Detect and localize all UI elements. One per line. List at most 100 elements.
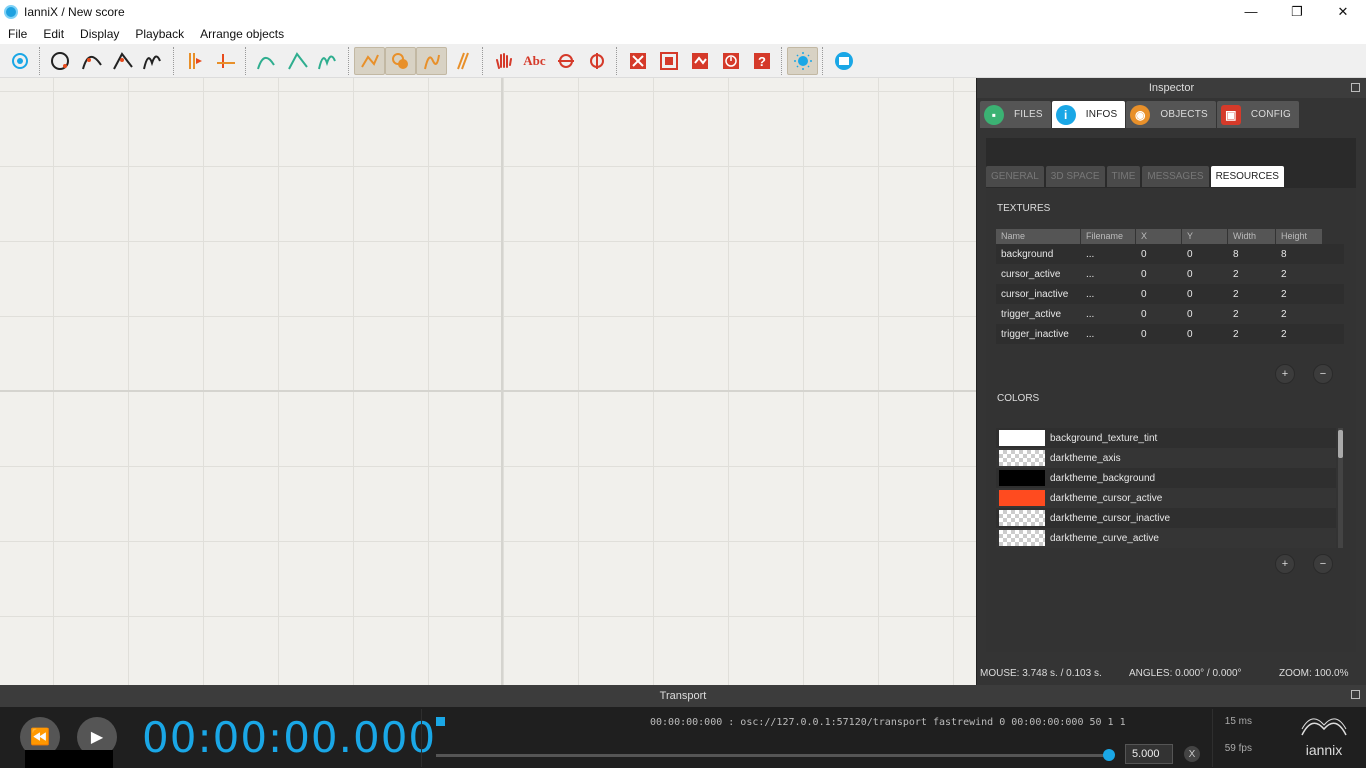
- add-equation-timeline-icon[interactable]: [313, 47, 344, 75]
- speed-slider-handle[interactable]: [1103, 749, 1115, 761]
- add-point-icon[interactable]: [4, 47, 35, 75]
- resources-panel: TEXTURES Name Filename X Y Width Height …: [986, 188, 1356, 652]
- menu-file[interactable]: File: [0, 27, 35, 41]
- color-swatch: [999, 450, 1045, 466]
- undock-icon[interactable]: [1351, 690, 1360, 699]
- cell-name: cursor_inactive: [1001, 288, 1069, 300]
- cell-y: 0: [1187, 328, 1193, 340]
- col-y[interactable]: Y: [1182, 229, 1228, 244]
- subtab-3d-space[interactable]: 3D SPACE: [1045, 166, 1105, 187]
- color-name: background_texture_tint: [1050, 432, 1158, 444]
- minimize-button[interactable]: —: [1228, 0, 1274, 23]
- help-icon[interactable]: ?: [746, 47, 777, 75]
- transport-panel: Transport ⏪ ▶ 00:00:00.000 00:00:00:000 …: [0, 685, 1366, 768]
- add-timeline-curve-icon[interactable]: [251, 47, 282, 75]
- table-row[interactable]: trigger_inactive ... 0 0 2 2: [996, 324, 1344, 344]
- subtab-general[interactable]: GENERAL: [986, 166, 1044, 187]
- undock-icon[interactable]: [1351, 83, 1360, 92]
- add-line-timeline-icon[interactable]: [282, 47, 313, 75]
- scrollbar-thumb[interactable]: [1338, 430, 1343, 458]
- inspector-tabs: ▪ FILES i INFOS ◉ OBJECTS ▣ CONFIG: [977, 98, 1366, 129]
- col-name[interactable]: Name: [996, 229, 1081, 244]
- snap-curve-icon[interactable]: [354, 46, 385, 75]
- cell-y: 0: [1187, 308, 1193, 320]
- add-circle-curve-icon[interactable]: [45, 47, 76, 75]
- text-icon[interactable]: Abc: [519, 47, 550, 75]
- list-item[interactable]: darktheme_cursor_active: [996, 488, 1336, 508]
- list-item[interactable]: darktheme_background: [996, 468, 1336, 488]
- colors-scrollbar[interactable]: [1338, 428, 1343, 548]
- cell-y: 0: [1187, 268, 1193, 280]
- add-cursor-icon[interactable]: [210, 47, 241, 75]
- cell-name: trigger_active: [1001, 308, 1062, 320]
- cell-name: cursor_active: [1001, 268, 1061, 280]
- cell-x: 0: [1141, 248, 1147, 260]
- textures-header: Name Filename X Y Width Height: [996, 229, 1344, 244]
- ungroup-icon[interactable]: [581, 47, 612, 75]
- tab-files[interactable]: ▪ FILES: [980, 101, 1051, 128]
- col-filename[interactable]: Filename: [1081, 229, 1136, 244]
- menu-playback[interactable]: Playback: [127, 27, 192, 41]
- transport-window-icon[interactable]: [684, 47, 715, 75]
- maximize-button[interactable]: ❐: [1274, 0, 1320, 23]
- close-button[interactable]: ✕: [1320, 0, 1366, 23]
- table-row[interactable]: background ... 0 0 8 8: [996, 244, 1344, 264]
- menu-arrange-objects[interactable]: Arrange objects: [192, 27, 292, 41]
- snap-cursors-icon[interactable]: [416, 46, 447, 75]
- list-item[interactable]: darktheme_axis: [996, 448, 1336, 468]
- divider: [1212, 709, 1213, 767]
- remove-texture-button[interactable]: −: [1313, 364, 1333, 384]
- light-theme-icon[interactable]: [787, 46, 818, 75]
- cell-name: trigger_inactive: [1001, 328, 1069, 340]
- cell-filename: ...: [1086, 328, 1095, 340]
- fps-readout: 59 fps: [1224, 743, 1252, 754]
- reset-speed-button[interactable]: X: [1184, 746, 1200, 762]
- cell-height: 8: [1281, 248, 1287, 260]
- tab-objects[interactable]: ◉ OBJECTS: [1126, 101, 1216, 128]
- colors-list: background_texture_tint darktheme_axis d…: [996, 428, 1336, 548]
- table-row[interactable]: cursor_inactive ... 0 0 2 2: [996, 284, 1344, 304]
- info-icon: i: [1055, 104, 1076, 125]
- tab-infos[interactable]: i INFOS: [1051, 101, 1126, 128]
- color-name: darktheme_cursor_active: [1050, 492, 1163, 504]
- speed-slider-track[interactable]: [436, 754, 1108, 757]
- subtab-time[interactable]: TIME: [1106, 166, 1141, 187]
- add-color-button[interactable]: +: [1275, 554, 1295, 574]
- col-width[interactable]: Width: [1228, 229, 1276, 244]
- add-smooth-curve-icon[interactable]: [76, 47, 107, 75]
- list-item[interactable]: darktheme_curve_active: [996, 528, 1336, 548]
- group-select-icon[interactable]: [550, 47, 581, 75]
- snap-triggers-icon[interactable]: [385, 46, 416, 75]
- subtab-messages[interactable]: MESSAGES: [1142, 166, 1209, 187]
- speed-input[interactable]: 5.000: [1125, 744, 1173, 764]
- add-equation-curve-icon[interactable]: [138, 47, 169, 75]
- tab-config[interactable]: ▣ CONFIG: [1216, 101, 1299, 128]
- list-item[interactable]: darktheme_cursor_inactive: [996, 508, 1336, 528]
- remove-color-button[interactable]: −: [1313, 554, 1333, 574]
- snap-timeline-icon[interactable]: [447, 47, 478, 75]
- fullscreen-icon[interactable]: [622, 47, 653, 75]
- col-x[interactable]: X: [1136, 229, 1182, 244]
- col-height[interactable]: Height: [1276, 229, 1323, 244]
- clock-icon[interactable]: [715, 47, 746, 75]
- pan-hand-icon[interactable]: [488, 47, 519, 75]
- eye-icon: ◉: [1130, 104, 1151, 125]
- fit-view-icon[interactable]: [653, 47, 684, 75]
- osc-message-log: 00:00:00:000 : osc://127.0.0.1:57120/tra…: [650, 717, 1126, 728]
- cue-marker[interactable]: [436, 717, 445, 726]
- tab-files-label: FILES: [1014, 109, 1043, 120]
- color-swatch: [999, 490, 1045, 506]
- table-row[interactable]: cursor_active ... 0 0 2 2: [996, 264, 1344, 284]
- add-texture-button[interactable]: +: [1275, 364, 1295, 384]
- add-trigger-cursor-icon[interactable]: [179, 47, 210, 75]
- open-folder-icon[interactable]: [828, 47, 859, 75]
- subtab-resources[interactable]: RESOURCES: [1210, 166, 1284, 187]
- window-title: IanniX / New score: [24, 4, 125, 19]
- cell-height: 2: [1281, 328, 1287, 340]
- list-item[interactable]: background_texture_tint: [996, 428, 1336, 448]
- menu-edit[interactable]: Edit: [35, 27, 72, 41]
- score-canvas[interactable]: [0, 78, 976, 685]
- add-line-curve-icon[interactable]: [107, 47, 138, 75]
- table-row[interactable]: trigger_active ... 0 0 2 2: [996, 304, 1344, 324]
- menu-display[interactable]: Display: [72, 27, 127, 41]
